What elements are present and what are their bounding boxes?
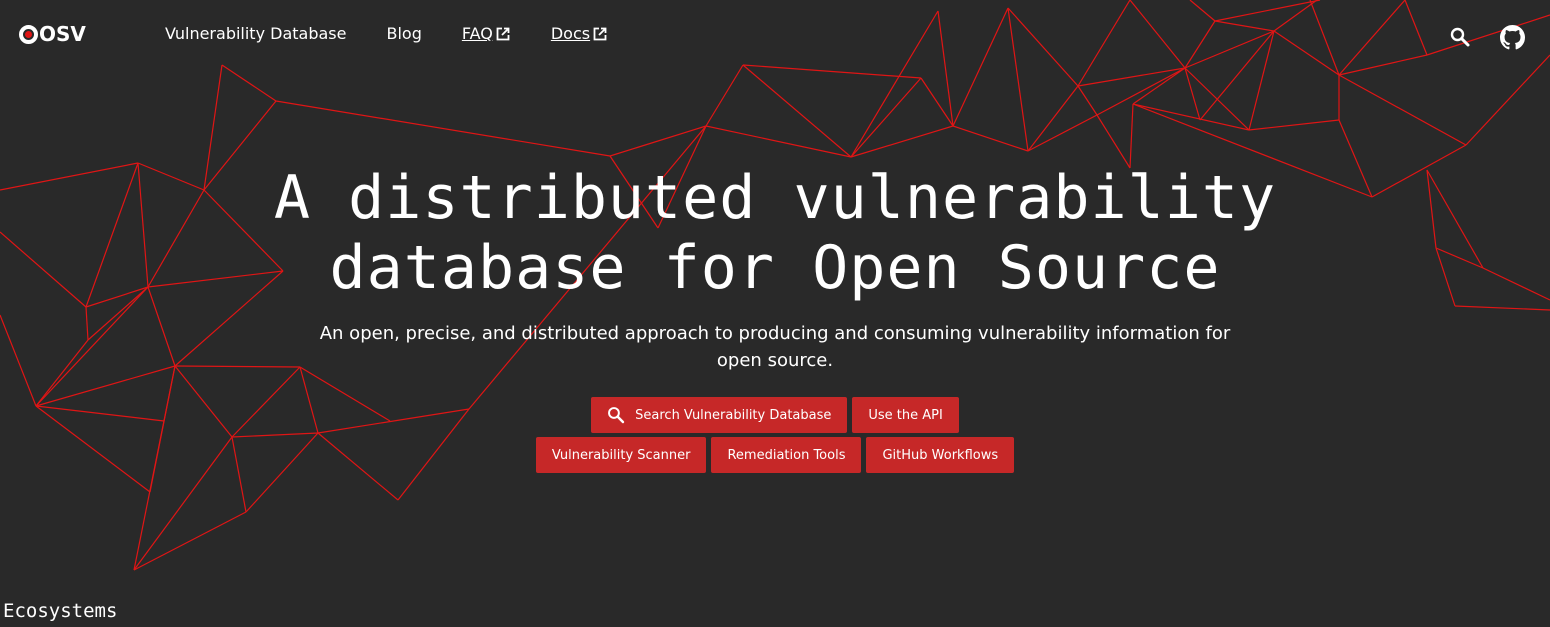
search-vulnerability-database-button[interactable]: Search Vulnerability Database [591,397,848,433]
github-workflows-button[interactable]: GitHub Workflows [866,437,1015,473]
primary-actions: Search Vulnerability Database Use the AP… [0,397,1550,433]
nav-docs[interactable]: Docs [551,24,608,43]
nav-blog[interactable]: Blog [386,24,421,43]
secondary-actions: Vulnerability Scanner Remediation Tools … [0,437,1550,473]
nav-docs-label: Docs [550,24,591,43]
page: OSV Vulnerability Database Blog FAQ Docs [0,0,1550,627]
ecosystems-heading: Ecosystems [3,600,118,622]
hero-title: A distributed vulnerability database for… [0,163,1550,303]
search-icon[interactable] [1449,26,1471,48]
nav-faq[interactable]: FAQ [462,24,511,43]
osv-logo-link[interactable]: OSV [19,22,86,46]
external-link-icon [593,27,607,40]
vulnerability-scanner-button[interactable]: Vulnerability Scanner [535,437,707,473]
remediation-tools-button[interactable]: Remediation Tools [711,437,862,473]
background-network-graphic [0,0,1550,571]
nav-vulnerability-database[interactable]: Vulnerability Database [165,24,346,43]
hero-title-line1: A distributed vulnerability [273,163,1277,233]
osv-logo-icon [19,24,38,44]
search-vulnerability-database-label: Search Vulnerability Database [635,407,832,423]
external-link-icon [496,27,510,40]
main-nav: Vulnerability Database Blog FAQ Docs [165,24,608,43]
github-icon[interactable] [1500,25,1525,50]
hero-subtitle: An open, precise, and distributed approa… [319,323,1231,371]
hero-title-line2: database for Open Source [329,233,1221,303]
search-icon [608,407,625,424]
use-api-button[interactable]: Use the API [852,397,959,433]
logo-text: OSV [39,22,86,46]
nav-faq-label: FAQ [461,24,493,43]
